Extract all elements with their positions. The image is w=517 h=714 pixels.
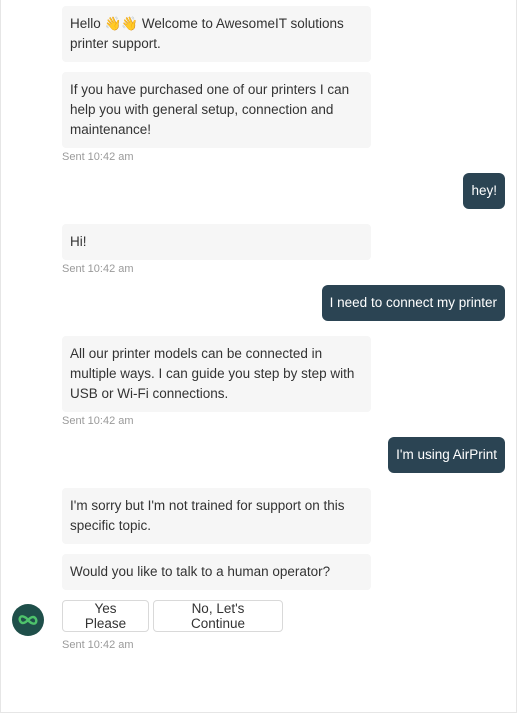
message-timestamp: Sent 10:42 am bbox=[62, 151, 134, 163]
yes-please-button[interactable]: Yes Please bbox=[62, 600, 149, 632]
bot-message: Would you like to talk to a human operat… bbox=[62, 554, 371, 590]
bot-message-text: Hello 👋👋 Welcome to AwesomeIT solutions … bbox=[70, 16, 344, 51]
bot-message-text: Hi! bbox=[70, 234, 87, 249]
user-message: I need to connect my printer bbox=[321, 285, 505, 321]
message-timestamp: Sent 10:42 am bbox=[62, 415, 134, 427]
no-lets-continue-button[interactable]: No, Let's Continue bbox=[153, 600, 283, 632]
bot-message-text: I'm sorry but I'm not trained for suppor… bbox=[70, 498, 345, 533]
chat-window: Hello 👋👋 Welcome to AwesomeIT solutions … bbox=[0, 0, 517, 713]
bot-message: I'm sorry but I'm not trained for suppor… bbox=[62, 488, 371, 544]
bot-message: All our printer models can be connected … bbox=[62, 336, 371, 412]
user-message: I'm using AirPrint bbox=[388, 437, 505, 473]
bot-avatar bbox=[12, 604, 44, 636]
bot-message-text: If you have purchased one of our printer… bbox=[70, 82, 350, 137]
message-timestamp: Sent 10:42 am bbox=[62, 639, 134, 651]
infinity-icon bbox=[18, 615, 38, 625]
message-timestamp: Sent 10:42 am bbox=[62, 263, 134, 275]
bot-message-text: All our printer models can be connected … bbox=[70, 346, 355, 401]
bot-message-text: Would you like to talk to a human operat… bbox=[70, 564, 331, 579]
bot-message: Hello 👋👋 Welcome to AwesomeIT solutions … bbox=[62, 6, 371, 62]
bot-message: Hi! bbox=[62, 224, 371, 260]
user-message: hey! bbox=[463, 173, 505, 209]
bot-message: If you have purchased one of our printer… bbox=[62, 72, 371, 148]
